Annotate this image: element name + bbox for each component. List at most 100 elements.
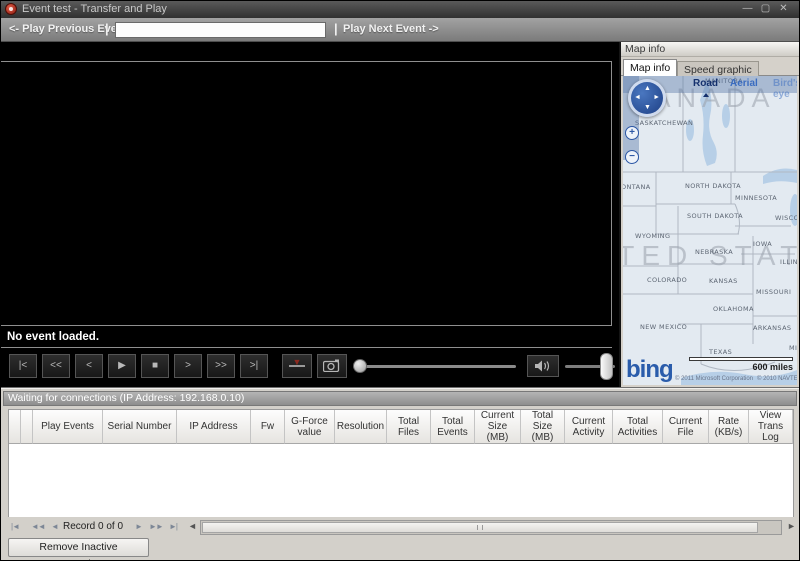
play-button[interactable]: ▶ xyxy=(108,354,136,378)
col-row-select[interactable] xyxy=(21,410,33,444)
record-next-page-button[interactable]: ►► xyxy=(149,522,164,531)
step-forward-button[interactable]: > xyxy=(174,354,202,378)
col-current-size[interactable]: Current Size (MB) xyxy=(475,410,521,444)
record-prev-page-button[interactable]: ◄◄ xyxy=(31,522,46,531)
snapshot-camera-button[interactable] xyxy=(317,354,347,378)
record-first-button[interactable]: |◄ xyxy=(11,522,20,531)
record-next-button[interactable]: ► xyxy=(135,522,143,531)
map-tab-bar: Map info Speed graphic xyxy=(621,57,799,76)
event-name-input[interactable] xyxy=(115,22,326,38)
pan-up-icon[interactable]: ▲ xyxy=(644,85,651,92)
map-label-new-mexico: NEW MEXICO xyxy=(640,323,688,331)
record-last-button[interactable]: ►| xyxy=(169,522,178,531)
col-row-indicator[interactable] xyxy=(9,410,21,444)
map-label-oklahoma: OKLAHOMA xyxy=(713,305,754,313)
col-rate[interactable]: Rate (KB/s) xyxy=(709,410,749,444)
col-total-events[interactable]: Total Events xyxy=(431,410,475,444)
title-bar: Event test - Transfer and Play — ▢ ✕ xyxy=(1,1,799,18)
mute-button[interactable] xyxy=(527,355,559,377)
map-style-aerial[interactable]: Aerial xyxy=(730,78,758,89)
map-label-minnesota: MINNESOTA xyxy=(735,194,778,202)
minimize-button[interactable]: — xyxy=(740,3,755,15)
tab-speed-graphic[interactable]: Speed graphic xyxy=(677,61,759,76)
connection-status-bar: Waiting for connections (IP Address: 192… xyxy=(3,391,797,406)
camera-icon xyxy=(323,359,340,372)
maximize-button[interactable]: ▢ xyxy=(758,3,773,15)
record-prev-button[interactable]: ◄ xyxy=(51,522,59,531)
toolbar-separator: | xyxy=(334,21,338,36)
video-display xyxy=(1,61,612,326)
save-frame-button[interactable]: ▼ xyxy=(282,354,312,378)
map-label-mississippi: MISSISSIPPI xyxy=(789,344,797,352)
hscroll-thumb[interactable] xyxy=(202,522,758,533)
map-label-illinois: ILLINOIS xyxy=(780,258,797,266)
volume-slider-thumb[interactable] xyxy=(600,353,613,380)
col-view-trans-log[interactable]: View Trans Log xyxy=(749,410,793,444)
map-zoom-out-button[interactable]: − xyxy=(625,150,639,164)
pan-left-icon[interactable]: ◄ xyxy=(634,94,641,101)
app-window: Event test - Transfer and Play — ▢ ✕ <- … xyxy=(0,0,800,561)
close-button[interactable]: ✕ xyxy=(776,3,791,15)
stop-button[interactable]: ■ xyxy=(141,354,169,378)
map-style-birdseye[interactable]: Bird's eye xyxy=(773,78,797,100)
event-toolbar: <- Play Previous Event | | Play Next Eve… xyxy=(1,18,799,42)
map-zoom-in-button[interactable]: + xyxy=(625,126,639,140)
map-style-road[interactable]: Road xyxy=(693,78,718,97)
play-previous-event-button[interactable]: <- Play Previous Event xyxy=(9,23,127,35)
col-resolution[interactable]: Resolution xyxy=(335,410,387,444)
bing-logo: bing xyxy=(626,356,674,383)
remove-inactive-connections-button[interactable]: Remove Inactive Connections xyxy=(8,538,149,560)
record-count-label: Record 0 of 0 xyxy=(63,521,124,532)
hscroll-grip xyxy=(477,525,483,530)
col-total-size[interactable]: Total Size (MB) xyxy=(521,410,565,444)
map-pan-compass[interactable]: ▲ ▼ ◄ ► xyxy=(628,79,666,117)
pan-right-icon[interactable]: ► xyxy=(653,94,660,101)
col-ip-address[interactable]: IP Address xyxy=(177,410,251,444)
connections-grid: Play Events Serial Number IP Address Fw … xyxy=(8,409,794,517)
map-scale-label: 600 miles xyxy=(752,362,793,372)
seek-slider-track[interactable] xyxy=(353,365,516,368)
grid-header-row: Play Events Serial Number IP Address Fw … xyxy=(9,410,793,444)
no-event-message: No event loaded. xyxy=(1,327,612,348)
playback-controls: |< << < ▶ ■ > >> >| ▼ xyxy=(1,349,619,387)
step-back-button[interactable]: < xyxy=(75,354,103,378)
window-title: Event test - Transfer and Play xyxy=(22,3,167,15)
map-label-wisconsin: WISCONSIN xyxy=(775,214,797,222)
col-fw[interactable]: Fw xyxy=(251,410,285,444)
map-scale-bar xyxy=(689,357,793,361)
col-serial-number[interactable]: Serial Number xyxy=(103,410,177,444)
pan-down-icon[interactable]: ▼ xyxy=(644,104,651,111)
first-frame-button[interactable]: |< xyxy=(9,354,37,378)
map-label-south-dakota: SOUTH DAKOTA xyxy=(687,212,743,220)
app-icon xyxy=(5,3,17,15)
copyright-navteq: © 2010 NAVTEQ xyxy=(757,376,797,382)
map-label-missouri: MISSOURI xyxy=(756,288,792,296)
hscroll-left-arrow[interactable]: ◄ xyxy=(188,521,197,531)
col-current-activity[interactable]: Current Activity xyxy=(565,410,613,444)
seek-slider-thumb[interactable] xyxy=(353,359,367,373)
col-play-events[interactable]: Play Events xyxy=(33,410,103,444)
record-navigator-row: |◄ ◄◄ ◄ Record 0 of 0 ► ►► ►| ◄ ► xyxy=(1,519,799,537)
map-label-colorado: COLORADO xyxy=(647,276,688,284)
col-current-file[interactable]: Current File xyxy=(663,410,709,444)
tab-map-info[interactable]: Map info xyxy=(623,59,678,76)
map-panel: Map info Map info Speed graphic CANADA T… xyxy=(621,42,799,387)
col-gforce-value[interactable]: G-Force value xyxy=(285,410,335,444)
copyright-microsoft: © 2011 Microsoft Corporation xyxy=(675,376,754,382)
speaker-icon xyxy=(535,360,550,372)
last-frame-button[interactable]: >| xyxy=(240,354,268,378)
grid-body-empty xyxy=(9,444,793,517)
player-panel: No event loaded. |< << < ▶ ■ > >> >| ▼ xyxy=(1,42,619,387)
map-label-montana: MONTANA xyxy=(623,183,651,191)
map-label-north-dakota: NORTH DAKOTA xyxy=(685,182,742,190)
hscroll-right-arrow[interactable]: ► xyxy=(787,521,796,531)
fast-forward-button[interactable]: >> xyxy=(207,354,235,378)
play-next-event-button[interactable]: Play Next Event -> xyxy=(343,23,439,35)
col-total-activities[interactable]: Total Activities xyxy=(613,410,663,444)
map-viewport[interactable]: CANADA UNITED STATES Road Aerial Bird's … xyxy=(623,76,797,385)
map-panel-caption: Map info xyxy=(621,42,799,57)
col-total-files[interactable]: Total Files xyxy=(387,410,431,444)
map-label-nebraska: NEBRASKA xyxy=(695,248,734,256)
hscroll-track[interactable] xyxy=(200,520,782,535)
rewind-button[interactable]: << xyxy=(42,354,70,378)
